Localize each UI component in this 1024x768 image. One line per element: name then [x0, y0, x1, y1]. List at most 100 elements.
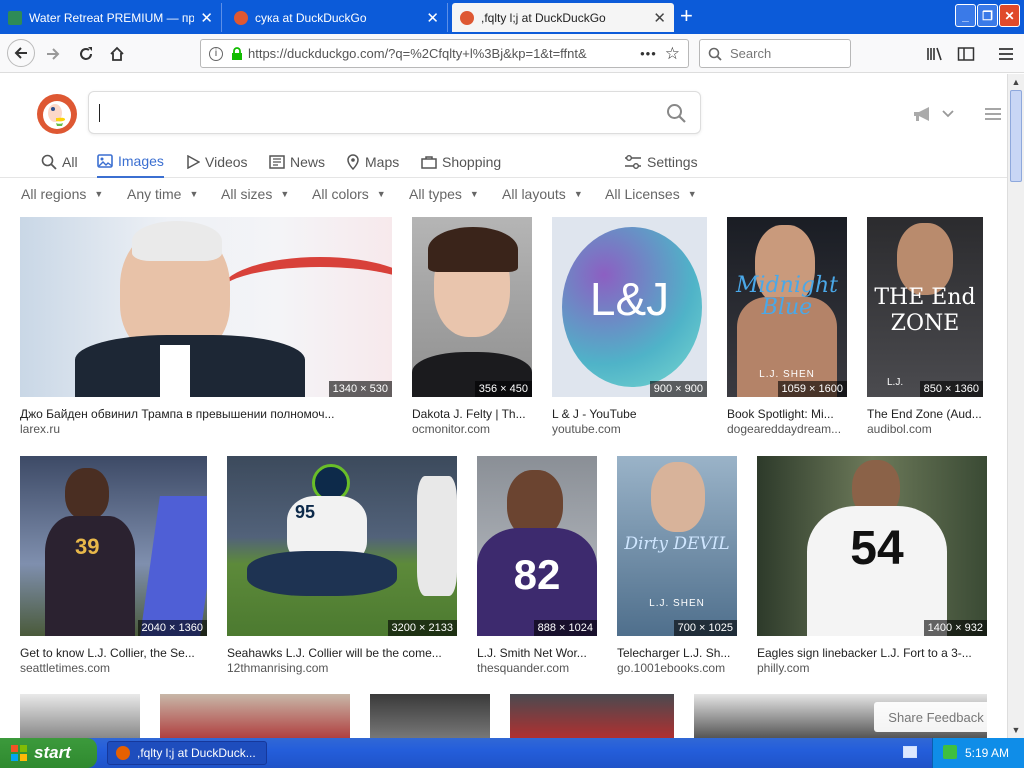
close-window-button[interactable]: ✕ — [999, 4, 1020, 27]
tab-images-label: Images — [118, 152, 164, 169]
logo-arc — [220, 257, 392, 327]
scroll-up-icon[interactable]: ▲ — [1008, 74, 1024, 90]
filter-regions[interactable]: All regions ▼ — [21, 186, 103, 202]
result-source[interactable]: go.1001ebooks.com — [617, 661, 737, 675]
page-actions-menu[interactable]: ••• — [640, 46, 657, 61]
bookmark-star-icon[interactable]: ☆ — [665, 44, 680, 64]
filter-time[interactable]: Any time ▼ — [127, 186, 198, 202]
image-result[interactable]: 95 3200 × 2133 Seahawks L.J. Collier wil… — [227, 456, 457, 675]
taskbar-task-firefox[interactable]: ,fqlty l;j at DuckDuck... — [107, 741, 267, 765]
shirt-shape — [160, 345, 190, 397]
image-result[interactable]: 54 1400 × 932 Eagles sign linebacker L.J… — [757, 456, 987, 675]
tab-maps[interactable]: Maps — [346, 145, 399, 178]
tab-shopping[interactable]: Shopping — [421, 145, 501, 178]
duckduckgo-icon — [460, 10, 474, 25]
privacy-megaphone-button[interactable] — [912, 106, 954, 122]
close-tab-icon[interactable]: ✕ — [200, 9, 213, 27]
keyboard-icon[interactable] — [903, 746, 917, 758]
tab-images[interactable]: Images — [97, 145, 164, 178]
image-result[interactable]: 1340 × 530 Джо Байден обвинил Трампа в п… — [20, 217, 392, 436]
settings-label: Settings — [647, 153, 698, 170]
close-tab-icon[interactable]: ✕ — [653, 9, 666, 27]
reload-button[interactable] — [73, 41, 99, 67]
result-thumbnail: Dirty DEVIL L.J. SHEN 700 × 1025 — [617, 456, 737, 636]
image-result-partial[interactable] — [160, 694, 350, 738]
image-result[interactable]: L&J 900 × 900 L & J - YouTube youtube.co… — [552, 217, 707, 436]
result-title[interactable]: Seahawks L.J. Collier will be the come..… — [227, 646, 457, 660]
vertical-scrollbar[interactable]: ▲ ▼ — [1007, 74, 1024, 738]
tab-duckduckgo-1[interactable]: сука at DuckDuckGo ✕ — [226, 3, 448, 32]
filter-colors[interactable]: All colors ▼ — [312, 186, 386, 202]
clock[interactable]: 5:19 AM — [965, 746, 1009, 760]
filter-types[interactable]: All types ▼ — [409, 186, 479, 202]
filter-licenses[interactable]: All Licenses ▼ — [605, 186, 697, 202]
result-title[interactable]: Book Spotlight: Mi... — [727, 407, 847, 421]
address-bar[interactable]: i https://duckduckgo.com/?q=%2Cfqlty+l%3… — [200, 39, 689, 68]
face-shape — [651, 462, 705, 532]
result-title[interactable]: Dakota J. Felty | Th... — [412, 407, 532, 421]
ddg-search-input[interactable] — [88, 91, 701, 134]
tab-duckduckgo-active[interactable]: ,fqlty l;j at DuckDuckGo ✕ — [452, 3, 674, 32]
info-icon[interactable]: i — [209, 46, 223, 61]
image-result-partial[interactable] — [510, 694, 674, 738]
filter-layouts[interactable]: All layouts ▼ — [502, 186, 583, 202]
image-result[interactable]: 82 888 × 1024 L.J. Smith Net Wor... thes… — [477, 456, 597, 675]
result-title[interactable]: L.J. Smith Net Wor... — [477, 646, 597, 660]
home-button[interactable] — [104, 41, 130, 67]
tab-news-label: News — [290, 153, 326, 170]
result-title[interactable]: Telecharger L.J. Sh... — [617, 646, 737, 660]
filter-sizes[interactable]: All sizes ▼ — [221, 186, 289, 202]
image-result[interactable]: Dirty DEVIL L.J. SHEN 700 × 1025 Telecha… — [617, 456, 737, 675]
result-thumbnail: THE End ZONE L.J. 850 × 1360 — [867, 217, 983, 397]
image-result-partial[interactable] — [20, 694, 140, 738]
result-source[interactable]: audibol.com — [867, 422, 985, 436]
scroll-thumb[interactable] — [1010, 90, 1022, 182]
result-source[interactable]: dogeareddaydream... — [727, 422, 847, 436]
image-result[interactable]: Midnight Blue L.J. SHEN 1059 × 1600 Book… — [727, 217, 847, 436]
library-button[interactable] — [922, 41, 948, 67]
result-title[interactable]: Джо Байден обвинил Трампа в превышении п… — [20, 407, 392, 421]
result-source[interactable]: ocmonitor.com — [412, 422, 532, 436]
image-result[interactable]: 356 × 450 Dakota J. Felty | Th... ocmoni… — [412, 217, 532, 436]
firefox-menu-button[interactable] — [993, 41, 1019, 67]
result-source[interactable]: thesquander.com — [477, 661, 597, 675]
filter-label: All layouts — [502, 186, 566, 202]
settings-button[interactable]: Settings — [624, 145, 698, 178]
ddg-menu-button[interactable] — [985, 107, 1001, 126]
tab-news[interactable]: News — [269, 145, 325, 178]
tab-videos[interactable]: Videos — [186, 145, 248, 178]
sidebar-button[interactable] — [953, 41, 979, 67]
result-source[interactable]: larex.ru — [20, 422, 392, 436]
image-result-partial[interactable] — [370, 694, 490, 738]
image-result[interactable]: THE End ZONE L.J. 850 × 1360 The End Zon… — [867, 217, 985, 436]
browser-search-field[interactable]: Search — [699, 39, 851, 68]
result-source[interactable]: 12thmanrising.com — [227, 661, 457, 675]
result-source[interactable]: philly.com — [757, 661, 987, 675]
new-tab-button[interactable]: + — [680, 4, 693, 28]
minimize-button[interactable]: _ — [955, 4, 976, 27]
network-icon[interactable] — [943, 745, 957, 759]
maximize-button[interactable]: ❐ — [977, 4, 998, 27]
tab-water-retreat[interactable]: Water Retreat PREMIUM — прило ✕ — [0, 3, 222, 32]
duckduckgo-logo[interactable] — [37, 94, 77, 134]
back-button[interactable] — [7, 39, 35, 67]
share-feedback-button[interactable]: Share Feedback — [874, 702, 998, 732]
result-title[interactable]: Get to know L.J. Collier, the Se... — [20, 646, 207, 660]
lock-icon — [232, 46, 242, 60]
image-author: L.J. SHEN — [759, 369, 815, 380]
result-source[interactable]: youtube.com — [552, 422, 707, 436]
close-tab-icon[interactable]: ✕ — [426, 9, 439, 27]
search-icon[interactable] — [666, 103, 686, 123]
scroll-down-icon[interactable]: ▼ — [1008, 722, 1024, 738]
filter-label: All colors — [312, 186, 369, 202]
result-source[interactable]: seattletimes.com — [20, 661, 207, 675]
result-title[interactable]: Eagles sign linebacker L.J. Fort to a 3-… — [757, 646, 987, 660]
image-dimensions: 850 × 1360 — [919, 381, 983, 397]
image-result[interactable]: 39 2040 × 1360 Get to know L.J. Collier,… — [20, 456, 207, 675]
home-icon — [110, 46, 124, 61]
tab-all[interactable]: All — [41, 145, 78, 178]
start-button[interactable]: start — [0, 738, 97, 768]
result-title[interactable]: The End Zone (Aud... — [867, 407, 985, 421]
forward-button[interactable] — [40, 41, 66, 67]
result-title[interactable]: L & J - YouTube — [552, 407, 707, 421]
